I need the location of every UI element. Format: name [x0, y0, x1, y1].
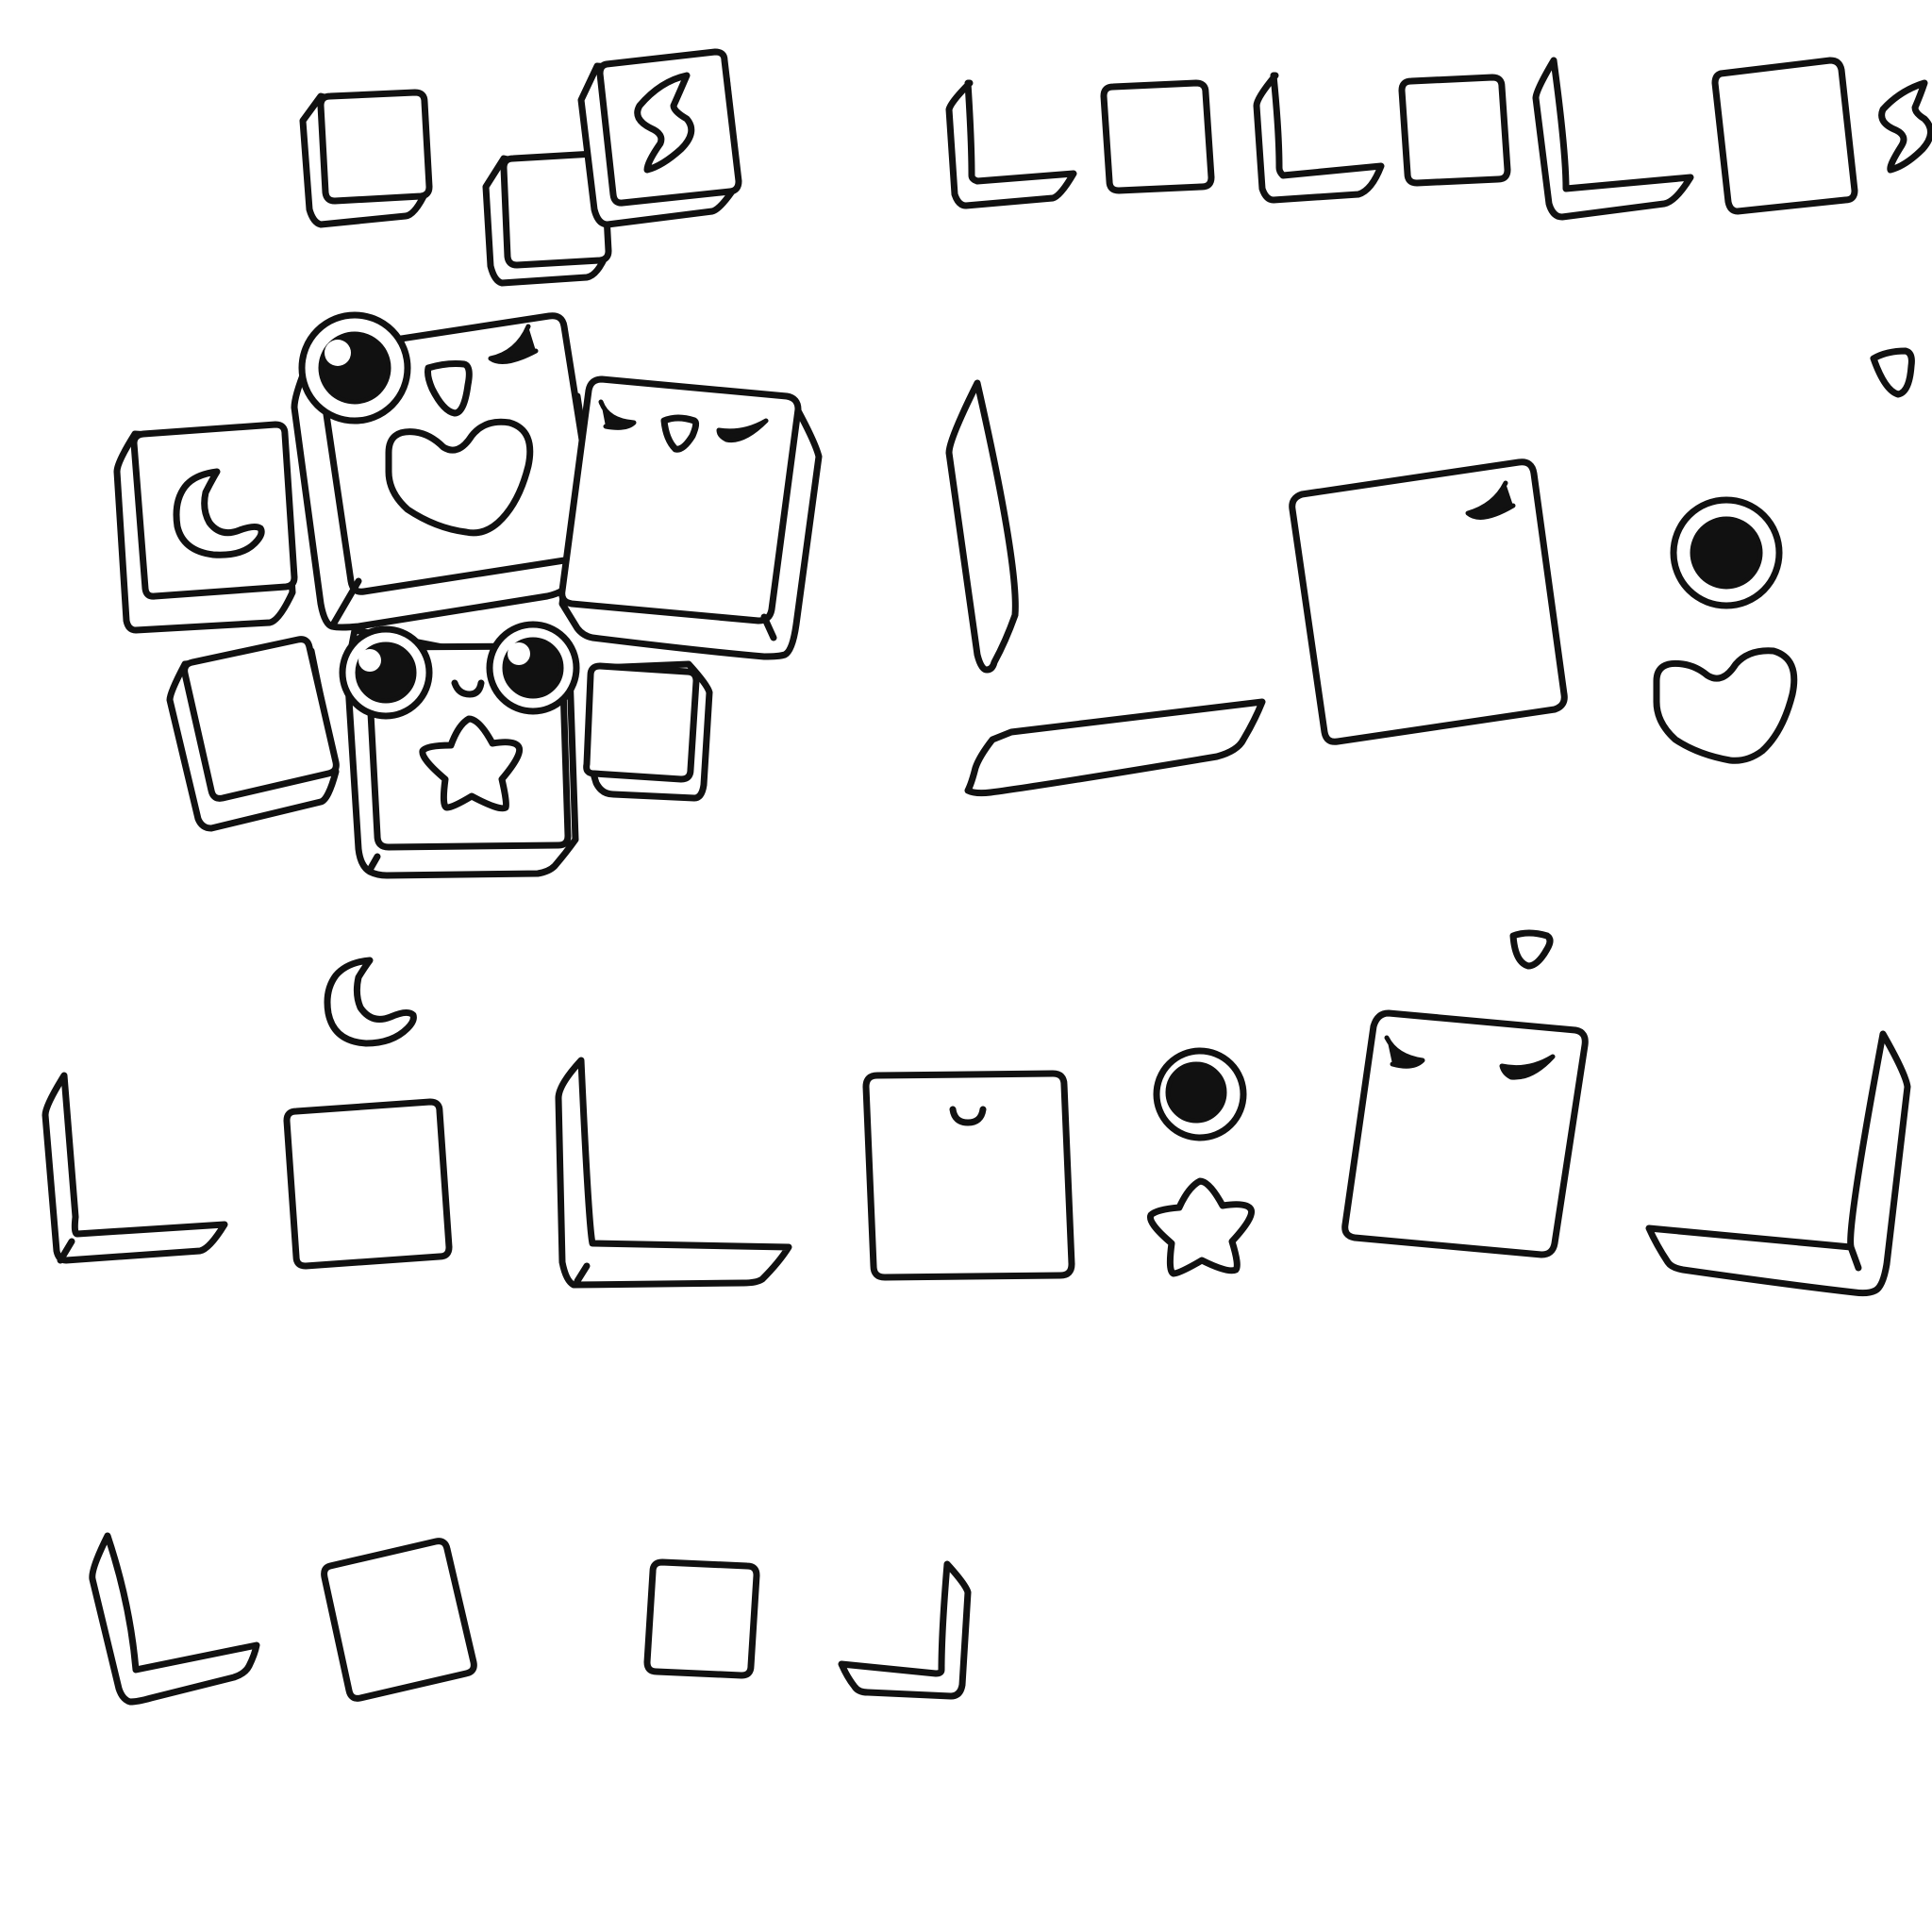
- star-mark: [1147, 1177, 1256, 1277]
- raindrop-mark: [1509, 929, 1554, 970]
- block-face-panel: [1100, 79, 1215, 194]
- round-eye: [1670, 496, 1783, 609]
- block-side-panel: [964, 698, 1266, 797]
- block-face-panel: [1341, 1009, 1589, 1258]
- block-face-panel: [1289, 458, 1568, 745]
- lightning-mark: [1878, 79, 1932, 174]
- star-face-block: [339, 621, 580, 879]
- small-block: [166, 636, 340, 832]
- parts-row-bottom: [89, 1532, 972, 1706]
- block-face-panel: [862, 1070, 1075, 1281]
- sleepy-block: [558, 375, 823, 660]
- small-block: [299, 89, 433, 228]
- round-eye: [1153, 1047, 1247, 1141]
- heart-mouth: [1653, 647, 1798, 764]
- block-side-panel: [89, 1532, 260, 1706]
- parts-middle: [945, 347, 1915, 797]
- sprite-sheet-canvas: [42, 48, 1932, 1706]
- block-face-panel: [1398, 74, 1511, 187]
- block-face-panel: [1711, 57, 1858, 215]
- moon-block: [113, 421, 298, 634]
- small-block: [583, 660, 713, 802]
- block-side-panel: [42, 1072, 228, 1264]
- round-eye: [339, 625, 433, 720]
- block-side-panel: [1253, 72, 1385, 204]
- raindrop-mark: [1870, 347, 1915, 398]
- block-side-panel: [1645, 1030, 1911, 1297]
- block-side-panel: [838, 1560, 972, 1700]
- block-side-panel: [945, 379, 1019, 674]
- round-eye: [298, 311, 411, 425]
- parts-row-three: [42, 929, 1911, 1297]
- block-face-panel: [283, 1098, 453, 1270]
- parts-row-top: [945, 57, 1932, 221]
- block-face-panel: [321, 1538, 477, 1702]
- moon-mark: [324, 957, 417, 1047]
- round-eye: [486, 621, 580, 715]
- block-side-panel: [1532, 57, 1694, 221]
- block-side-panel: [945, 79, 1077, 209]
- main-face-block: [291, 311, 602, 631]
- assembled-block-character: [113, 48, 823, 879]
- sprite-sheet: [0, 0, 1932, 1932]
- lightning-block: [577, 48, 742, 228]
- block-face-panel: [643, 1558, 760, 1679]
- block-side-panel: [555, 1057, 792, 1289]
